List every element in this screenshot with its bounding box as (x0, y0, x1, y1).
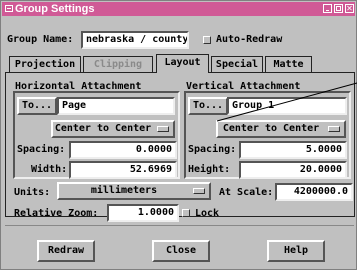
width-field[interactable]: 52.6969 (69, 161, 177, 179)
auto-redraw-checkbox[interactable] (203, 36, 211, 44)
units-select[interactable]: millimeters (57, 182, 211, 200)
horizontal-spacing-field[interactable]: 0.0000 (69, 141, 177, 159)
horizontal-mode-select[interactable]: Center to Center (51, 120, 175, 138)
relative-zoom-field[interactable]: 1.0000 (107, 204, 179, 222)
horizontal-to-field[interactable]: Page (57, 97, 175, 115)
horizontal-to-button[interactable]: To... (17, 97, 57, 115)
help-button[interactable]: Help (267, 240, 325, 262)
redraw-button[interactable]: Redraw (37, 240, 95, 262)
title-bar[interactable]: Group Settings ✕ (2, 2, 355, 16)
button-bar: Redraw Close Help (0, 226, 357, 270)
relative-zoom-label: Relative Zoom: (14, 208, 99, 219)
minimize-icon[interactable] (323, 4, 332, 13)
vertical-spacing-label: Spacing: (188, 144, 237, 155)
window-menu-icon[interactable] (5, 5, 13, 12)
height-label: Height: (188, 164, 231, 175)
tab-special[interactable]: Special (211, 56, 263, 73)
width-label: Width: (31, 164, 68, 175)
close-button[interactable]: Close (152, 240, 210, 262)
option-menu-icon (193, 188, 205, 194)
tab-projection[interactable]: Projection (9, 56, 81, 73)
window-title: Group Settings (15, 3, 95, 15)
group-settings-window: Group Settings ✕ Group Name: nebraska / … (0, 0, 357, 244)
maximize-icon[interactable] (334, 4, 343, 13)
option-menu-icon (157, 126, 169, 132)
option-menu-icon (328, 126, 340, 132)
units-label: Units: (14, 187, 51, 198)
height-field[interactable]: 20.0000 (239, 161, 347, 179)
callout-line (216, 82, 357, 122)
horizontal-mode-value: Center to Center (54, 123, 152, 134)
close-icon[interactable]: ✕ (345, 4, 354, 13)
group-name-label: Group Name: (7, 34, 74, 45)
tab-layout[interactable]: Layout (156, 54, 209, 73)
lock-label: Lock (195, 208, 220, 219)
at-scale-label: At Scale: (219, 187, 274, 198)
tab-clipping[interactable]: Clipping (83, 56, 153, 73)
vertical-spacing-field[interactable]: 5.0000 (239, 141, 347, 159)
group-name-field[interactable]: nebraska / county (81, 31, 189, 49)
horizontal-spacing-label: Spacing: (17, 144, 66, 155)
auto-redraw-label: Auto-Redraw (216, 34, 283, 45)
tab-matte[interactable]: Matte (265, 56, 312, 73)
units-value: millimeters (90, 185, 158, 196)
at-scale-field[interactable]: 4200000.0 (275, 183, 353, 201)
lock-checkbox[interactable] (182, 209, 190, 217)
